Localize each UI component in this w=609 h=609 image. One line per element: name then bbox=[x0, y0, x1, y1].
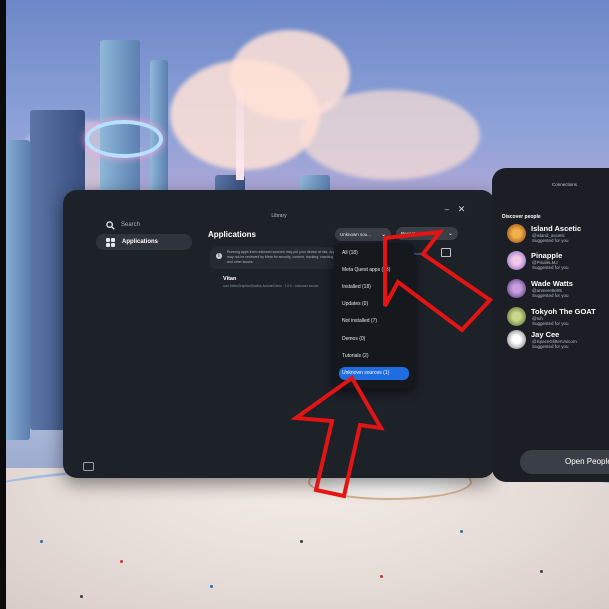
annotation-arrows bbox=[290, 229, 494, 499]
annotation-arrow-unknown-sources bbox=[290, 375, 385, 499]
annotation-arrow-dropdown bbox=[383, 229, 494, 333]
